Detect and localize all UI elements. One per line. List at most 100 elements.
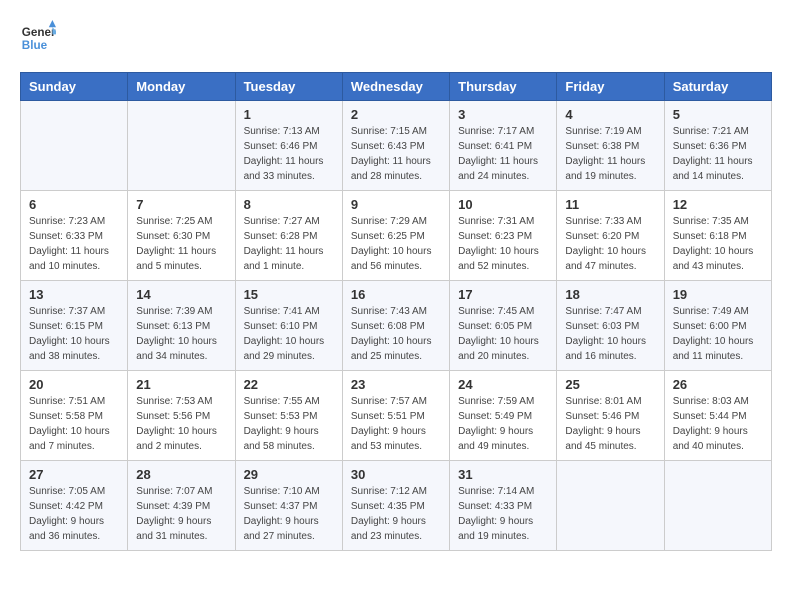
svg-text:General: General (22, 26, 56, 39)
calendar-cell: 7Sunrise: 7:25 AM Sunset: 6:30 PM Daylig… (128, 191, 235, 281)
day-number: 15 (244, 287, 334, 302)
day-info: Sunrise: 7:33 AM Sunset: 6:20 PM Dayligh… (565, 214, 655, 274)
calendar-cell: 19 Sunrise: 7:49 AM Sunset: 6:00 PM Dayli… (664, 281, 771, 371)
day-number: 23 (351, 377, 441, 392)
day-number: 20 (29, 377, 119, 392)
day-number: 29 (244, 467, 334, 482)
weekday-header: Saturday (664, 73, 771, 101)
day-info: Sunrise: 7:21 AM Sunset: 6:36 PM Dayligh… (673, 124, 763, 184)
day-number: 28 (136, 467, 226, 482)
calendar-cell: 11 Sunrise: 7:33 AM Sunset: 6:20 PM Dayli… (557, 191, 664, 281)
day-info: Sunrise: 7:39 AM Sunset: 6:13 PM Dayligh… (136, 304, 226, 364)
day-info: Sunrise: 8:03 AM Sunset: 5:44 PM Dayligh… (673, 394, 763, 454)
calendar-cell: 1 Sunrise: 7:13 AM Sunset: 6:46 PM Daylig… (235, 101, 342, 191)
day-number: 1 (244, 107, 334, 122)
day-info: Sunrise: 7:47 AM Sunset: 6:03 PM Dayligh… (565, 304, 655, 364)
day-number: 25 (565, 377, 655, 392)
weekday-header: Monday (128, 73, 235, 101)
day-info: Sunrise: 7:17 AM Sunset: 6:41 PM Dayligh… (458, 124, 548, 184)
weekday-header: Friday (557, 73, 664, 101)
day-info: Sunrise: 7:27 AM Sunset: 6:28 PM Dayligh… (244, 214, 334, 274)
weekday-header: Tuesday (235, 73, 342, 101)
day-number: 22 (244, 377, 334, 392)
day-number: 11 (565, 197, 655, 212)
day-info: Sunrise: 7:15 AM Sunset: 6:43 PM Dayligh… (351, 124, 441, 184)
calendar-cell: 21 Sunrise: 7:53 AM Sunset: 5:56 PM Dayli… (128, 371, 235, 461)
day-number: 13 (29, 287, 119, 302)
calendar-cell: 16Sunrise: 7:43 AM Sunset: 6:08 PM Dayli… (342, 281, 449, 371)
day-info: Sunrise: 7:31 AM Sunset: 6:23 PM Dayligh… (458, 214, 548, 274)
day-number: 8 (244, 197, 334, 212)
day-number: 16 (351, 287, 441, 302)
day-info: Sunrise: 7:23 AM Sunset: 6:33 PM Dayligh… (29, 214, 119, 274)
calendar-cell: 22 Sunrise: 7:55 AM Sunset: 5:53 PM Dayli… (235, 371, 342, 461)
logo-icon: General Blue (20, 20, 56, 56)
calendar-cell: 3 Sunrise: 7:17 AM Sunset: 6:41 PM Daylig… (450, 101, 557, 191)
calendar-week-row: 13 Sunrise: 7:37 AM Sunset: 6:15 PM Dayli… (21, 281, 772, 371)
calendar-header-row: SundayMondayTuesdayWednesdayThursdayFrid… (21, 73, 772, 101)
day-info: Sunrise: 7:35 AM Sunset: 6:18 PM Dayligh… (673, 214, 763, 274)
day-info: Sunrise: 7:45 AM Sunset: 6:05 PM Dayligh… (458, 304, 548, 364)
day-number: 27 (29, 467, 119, 482)
calendar-cell: 13 Sunrise: 7:37 AM Sunset: 6:15 PM Dayli… (21, 281, 128, 371)
day-number: 17 (458, 287, 548, 302)
day-number: 19 (673, 287, 763, 302)
calendar-cell: 6 Sunrise: 7:23 AM Sunset: 6:33 PM Daylig… (21, 191, 128, 281)
calendar-cell: 14Sunrise: 7:39 AM Sunset: 6:13 PM Dayli… (128, 281, 235, 371)
calendar-week-row: 1 Sunrise: 7:13 AM Sunset: 6:46 PM Daylig… (21, 101, 772, 191)
day-info: Sunrise: 7:55 AM Sunset: 5:53 PM Dayligh… (244, 394, 334, 454)
calendar-week-row: 20 Sunrise: 7:51 AM Sunset: 5:58 PM Dayli… (21, 371, 772, 461)
day-info: Sunrise: 7:07 AM Sunset: 4:39 PM Dayligh… (136, 484, 226, 544)
day-info: Sunrise: 7:29 AM Sunset: 6:25 PM Dayligh… (351, 214, 441, 274)
logo: General Blue (20, 20, 60, 56)
calendar-cell: 26 Sunrise: 8:03 AM Sunset: 5:44 PM Dayli… (664, 371, 771, 461)
calendar-table: SundayMondayTuesdayWednesdayThursdayFrid… (20, 72, 772, 551)
svg-text:Blue: Blue (22, 39, 48, 52)
calendar-cell: 17 Sunrise: 7:45 AM Sunset: 6:05 PM Dayli… (450, 281, 557, 371)
day-number: 31 (458, 467, 548, 482)
day-info: Sunrise: 7:57 AM Sunset: 5:51 PM Dayligh… (351, 394, 441, 454)
day-number: 4 (565, 107, 655, 122)
calendar-cell: 24Sunrise: 7:59 AM Sunset: 5:49 PM Dayli… (450, 371, 557, 461)
day-info: Sunrise: 7:37 AM Sunset: 6:15 PM Dayligh… (29, 304, 119, 364)
calendar-cell: 12 Sunrise: 7:35 AM Sunset: 6:18 PM Dayli… (664, 191, 771, 281)
calendar-cell: 20 Sunrise: 7:51 AM Sunset: 5:58 PM Dayli… (21, 371, 128, 461)
day-number: 21 (136, 377, 226, 392)
calendar-cell (21, 101, 128, 191)
day-info: Sunrise: 7:25 AM Sunset: 6:30 PM Dayligh… (136, 214, 226, 274)
calendar-cell: 8 Sunrise: 7:27 AM Sunset: 6:28 PM Daylig… (235, 191, 342, 281)
calendar-cell: 29 Sunrise: 7:10 AM Sunset: 4:37 PM Dayli… (235, 461, 342, 551)
calendar-cell: 15Sunrise: 7:41 AM Sunset: 6:10 PM Dayli… (235, 281, 342, 371)
calendar-cell (128, 101, 235, 191)
day-info: Sunrise: 7:13 AM Sunset: 6:46 PM Dayligh… (244, 124, 334, 184)
day-info: Sunrise: 8:01 AM Sunset: 5:46 PM Dayligh… (565, 394, 655, 454)
day-number: 24 (458, 377, 548, 392)
calendar-cell: 27Sunrise: 7:05 AM Sunset: 4:42 PM Dayli… (21, 461, 128, 551)
calendar-cell: 2Sunrise: 7:15 AM Sunset: 6:43 PM Daylig… (342, 101, 449, 191)
weekday-header: Wednesday (342, 73, 449, 101)
calendar-cell: 31 Sunrise: 7:14 AM Sunset: 4:33 PM Dayli… (450, 461, 557, 551)
calendar-week-row: 6 Sunrise: 7:23 AM Sunset: 6:33 PM Daylig… (21, 191, 772, 281)
weekday-header: Sunday (21, 73, 128, 101)
day-info: Sunrise: 7:51 AM Sunset: 5:58 PM Dayligh… (29, 394, 119, 454)
day-number: 6 (29, 197, 119, 212)
calendar-cell: 10Sunrise: 7:31 AM Sunset: 6:23 PM Dayli… (450, 191, 557, 281)
calendar-week-row: 27Sunrise: 7:05 AM Sunset: 4:42 PM Dayli… (21, 461, 772, 551)
day-number: 3 (458, 107, 548, 122)
calendar-cell: 25 Sunrise: 8:01 AM Sunset: 5:46 PM Dayli… (557, 371, 664, 461)
calendar-cell (557, 461, 664, 551)
calendar-cell: 5Sunrise: 7:21 AM Sunset: 6:36 PM Daylig… (664, 101, 771, 191)
day-number: 9 (351, 197, 441, 212)
day-number: 26 (673, 377, 763, 392)
calendar-cell (664, 461, 771, 551)
day-info: Sunrise: 7:12 AM Sunset: 4:35 PM Dayligh… (351, 484, 441, 544)
day-info: Sunrise: 7:49 AM Sunset: 6:00 PM Dayligh… (673, 304, 763, 364)
day-info: Sunrise: 7:14 AM Sunset: 4:33 PM Dayligh… (458, 484, 548, 544)
calendar-cell: 4Sunrise: 7:19 AM Sunset: 6:38 PM Daylig… (557, 101, 664, 191)
day-info: Sunrise: 7:10 AM Sunset: 4:37 PM Dayligh… (244, 484, 334, 544)
day-number: 30 (351, 467, 441, 482)
calendar-cell: 23 Sunrise: 7:57 AM Sunset: 5:51 PM Dayli… (342, 371, 449, 461)
day-number: 12 (673, 197, 763, 212)
calendar-cell: 30 Sunrise: 7:12 AM Sunset: 4:35 PM Dayli… (342, 461, 449, 551)
day-info: Sunrise: 7:53 AM Sunset: 5:56 PM Dayligh… (136, 394, 226, 454)
